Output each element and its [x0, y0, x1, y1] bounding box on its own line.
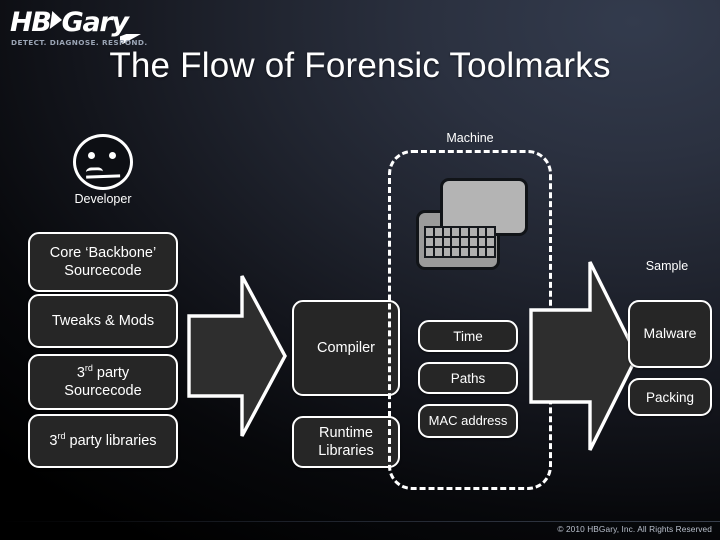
logo-wordmark-hb: HB	[10, 7, 52, 38]
arrow-machine-to-sample	[528, 258, 640, 454]
box-runtime-libraries[interactable]: Runtime Libraries	[292, 416, 400, 468]
box-3rd-party-libraries[interactable]: 3rd party libraries	[28, 414, 178, 468]
computer-keys-grid	[424, 226, 496, 258]
box-label: Paths	[450, 370, 486, 386]
page-title: The Flow of Forensic Toolmarks	[109, 46, 611, 85]
chevron-right-icon	[49, 11, 63, 29]
box-packing[interactable]: Packing	[628, 378, 712, 416]
footer-divider	[0, 521, 720, 522]
box-malware[interactable]: Malware	[628, 300, 712, 368]
face-head-shape	[73, 134, 133, 190]
face-mouth	[85, 167, 121, 179]
box-label: Core ‘Backbone’ Sourcecode	[49, 244, 157, 279]
box-core-backbone-sourcecode[interactable]: Core ‘Backbone’ Sourcecode	[28, 232, 178, 292]
developer-label: Developer	[74, 192, 132, 206]
box-time[interactable]: Time	[418, 320, 518, 352]
slide-canvas: HB Gary DETECT. DIAGNOSE. RESPOND. The Fl…	[0, 0, 720, 540]
face-icon	[73, 134, 133, 190]
box-label: 3rd party libraries	[49, 431, 157, 449]
logo-wordmark: HB Gary	[10, 7, 129, 38]
box-label: Packing	[645, 389, 695, 405]
box-label: Malware	[643, 325, 697, 342]
box-label: Runtime Libraries	[318, 424, 374, 459]
computer-keyboard-icon	[416, 178, 528, 278]
box-mac-address[interactable]: MAC address	[418, 404, 518, 438]
sample-label: Sample	[645, 259, 689, 273]
face-eye-left	[88, 152, 95, 159]
box-label: Compiler	[316, 339, 375, 356]
face-eye-right	[109, 152, 116, 159]
arrow-developer-to-compiler	[186, 272, 288, 440]
box-label: MAC address	[428, 412, 508, 428]
logo-wordmark-gary: Gary	[61, 7, 129, 38]
box-paths[interactable]: Paths	[418, 362, 518, 394]
box-tweaks-and-mods[interactable]: Tweaks & Mods	[28, 294, 178, 348]
machine-label: Machine	[446, 131, 494, 145]
box-compiler[interactable]: Compiler	[292, 300, 400, 396]
box-label: 3rd party Sourcecode	[64, 362, 142, 399]
footer-copyright: © 2010 HBGary, Inc. All Rights Reserved	[557, 524, 712, 534]
box-3rd-party-sourcecode[interactable]: 3rd party Sourcecode	[28, 354, 178, 410]
box-label: Time	[453, 328, 483, 344]
box-label: Tweaks & Mods	[51, 312, 155, 329]
